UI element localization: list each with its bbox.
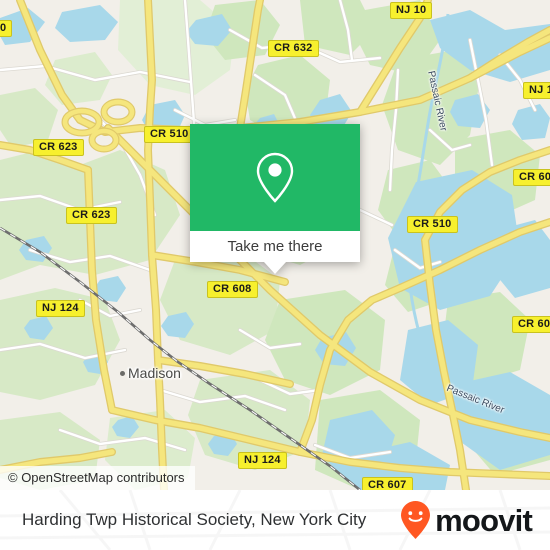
road-shield: CR 623	[66, 207, 117, 224]
moovit-brand[interactable]: moovit	[399, 490, 533, 550]
popup-tail-pointer	[264, 262, 286, 274]
page-title: Harding Twp Historical Society, New York…	[22, 510, 367, 529]
location-popup-card[interactable]: Take me there	[190, 124, 360, 274]
road-shield: CR 510	[407, 216, 458, 233]
road-shield: CR 632	[268, 40, 319, 57]
road-shield: CR 607	[512, 316, 550, 333]
take-me-there-label: Take me there	[227, 238, 323, 255]
popup-header	[190, 124, 360, 231]
road-shield: CR 623	[33, 139, 84, 156]
map-pin-icon	[256, 152, 294, 203]
road-shield: NJ 10	[390, 2, 433, 19]
road-shield: CR 608	[207, 281, 258, 298]
popup-action-row[interactable]: Take me there	[190, 231, 360, 262]
road-shield: NJ 1	[523, 82, 550, 99]
road-shield: NJ 124	[36, 300, 85, 317]
road-shield: 0	[0, 20, 13, 37]
moovit-map-screenshot: NJ 10 CR 632 CR 510 CR 623 CR 623 CR 510…	[0, 0, 550, 550]
moovit-smile-pin-icon	[401, 501, 431, 539]
moovit-wordmark: moovit	[435, 502, 533, 538]
road-shield: CR 510	[144, 126, 195, 143]
road-shield: CR 609	[513, 169, 550, 186]
map-canvas[interactable]: NJ 10 CR 632 CR 510 CR 623 CR 623 CR 510…	[0, 0, 550, 490]
road-shield: NJ 124	[238, 452, 287, 469]
map-attribution[interactable]: © OpenStreetMap contributors	[0, 466, 195, 490]
place-dot-madison	[120, 371, 125, 376]
road-shield: CR 607	[362, 477, 413, 490]
footer-bar: Harding Twp Historical Society, New York…	[0, 490, 550, 550]
place-label-madison: Madison	[128, 365, 181, 381]
